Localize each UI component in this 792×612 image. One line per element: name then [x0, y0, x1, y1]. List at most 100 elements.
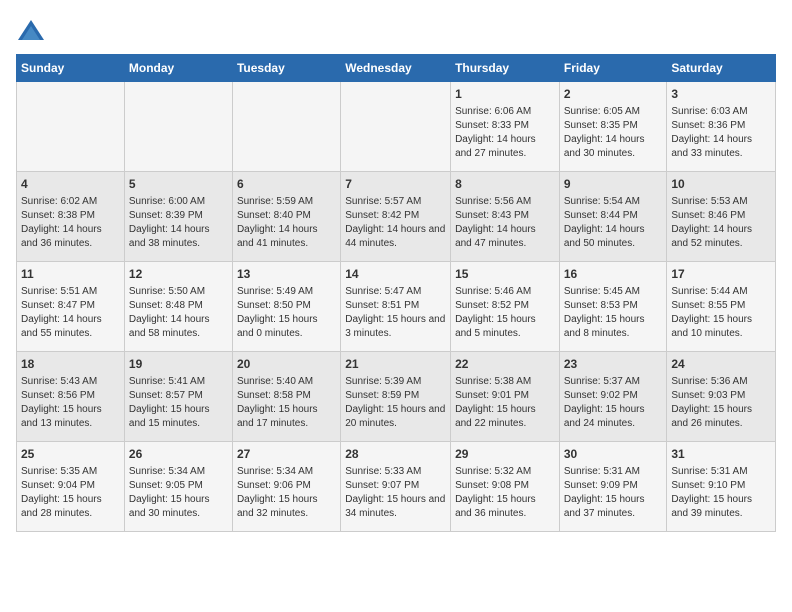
day-info: Sunrise: 5:56 AM: [455, 195, 555, 209]
day-info: Daylight: 14 hours and 55 minutes.: [21, 313, 120, 341]
calendar-header-row: SundayMondayTuesdayWednesdayThursdayFrid…: [17, 55, 776, 82]
day-info: Daylight: 15 hours and 3 minutes.: [345, 313, 446, 341]
calendar-cell: 24Sunrise: 5:36 AMSunset: 9:03 PMDayligh…: [667, 352, 776, 442]
day-info: Sunrise: 6:03 AM: [671, 105, 771, 119]
day-info: Daylight: 15 hours and 8 minutes.: [564, 313, 663, 341]
weekday-header-sunday: Sunday: [17, 55, 125, 82]
logo-icon: [16, 16, 46, 46]
day-info: Sunset: 8:40 PM: [237, 209, 336, 223]
calendar-cell: 5Sunrise: 6:00 AMSunset: 8:39 PMDaylight…: [124, 172, 232, 262]
day-info: Sunset: 9:04 PM: [21, 479, 120, 493]
day-info: Daylight: 14 hours and 41 minutes.: [237, 223, 336, 251]
day-info: Daylight: 15 hours and 10 minutes.: [671, 313, 771, 341]
page-header: [16, 16, 776, 46]
calendar-cell: 1Sunrise: 6:06 AMSunset: 8:33 PMDaylight…: [451, 82, 560, 172]
day-info: Daylight: 15 hours and 17 minutes.: [237, 403, 336, 431]
weekday-header-monday: Monday: [124, 55, 232, 82]
calendar-cell: 21Sunrise: 5:39 AMSunset: 8:59 PMDayligh…: [341, 352, 451, 442]
day-info: Daylight: 15 hours and 5 minutes.: [455, 313, 555, 341]
day-info: Sunset: 9:07 PM: [345, 479, 446, 493]
calendar-week-row: 18Sunrise: 5:43 AMSunset: 8:56 PMDayligh…: [17, 352, 776, 442]
day-info: Sunset: 9:10 PM: [671, 479, 771, 493]
day-info: Daylight: 14 hours and 27 minutes.: [455, 133, 555, 161]
calendar-cell: [17, 82, 125, 172]
day-info: Daylight: 14 hours and 52 minutes.: [671, 223, 771, 251]
calendar-cell: 7Sunrise: 5:57 AMSunset: 8:42 PMDaylight…: [341, 172, 451, 262]
calendar-cell: 8Sunrise: 5:56 AMSunset: 8:43 PMDaylight…: [451, 172, 560, 262]
day-number: 8: [455, 176, 555, 193]
day-number: 22: [455, 356, 555, 373]
day-number: 3: [671, 86, 771, 103]
day-number: 30: [564, 446, 663, 463]
day-info: Sunrise: 5:45 AM: [564, 285, 663, 299]
day-number: 15: [455, 266, 555, 283]
day-info: Sunset: 8:39 PM: [129, 209, 228, 223]
calendar-cell: 15 Sunrise: 5:46 AMSunset: 8:52 PMDayligh…: [451, 262, 560, 352]
day-info: Daylight: 15 hours and 24 minutes.: [564, 403, 663, 431]
day-info: Sunrise: 5:40 AM: [237, 375, 336, 389]
day-info: Sunrise: 5:59 AM: [237, 195, 336, 209]
calendar-cell: 13Sunrise: 5:49 AMSunset: 8:50 PMDayligh…: [232, 262, 340, 352]
day-info: Sunset: 9:06 PM: [237, 479, 336, 493]
day-info: Daylight: 14 hours and 44 minutes.: [345, 223, 446, 251]
day-info: Sunset: 8:57 PM: [129, 389, 228, 403]
day-info: Sunset: 8:33 PM: [455, 119, 555, 133]
day-number: 28: [345, 446, 446, 463]
day-number: 9: [564, 176, 663, 193]
day-info: Sunset: 8:50 PM: [237, 299, 336, 313]
day-number: 4: [21, 176, 120, 193]
calendar-week-row: 25Sunrise: 5:35 AMSunset: 9:04 PMDayligh…: [17, 442, 776, 532]
day-info: Sunset: 8:52 PM: [455, 299, 555, 313]
day-info: Sunset: 8:38 PM: [21, 209, 120, 223]
day-number: 29: [455, 446, 555, 463]
day-info: Sunrise: 5:38 AM: [455, 375, 555, 389]
weekday-header-tuesday: Tuesday: [232, 55, 340, 82]
calendar-cell: 29Sunrise: 5:32 AMSunset: 9:08 PMDayligh…: [451, 442, 560, 532]
day-number: 31: [671, 446, 771, 463]
weekday-header-saturday: Saturday: [667, 55, 776, 82]
day-info: Sunrise: 5:51 AM: [21, 285, 120, 299]
day-info: Sunrise: 5:36 AM: [671, 375, 771, 389]
day-info: Sunrise: 5:37 AM: [564, 375, 663, 389]
calendar-cell: 10Sunrise: 5:53 AMSunset: 8:46 PMDayligh…: [667, 172, 776, 262]
calendar-cell: 26Sunrise: 5:34 AMSunset: 9:05 PMDayligh…: [124, 442, 232, 532]
day-info: Sunset: 9:05 PM: [129, 479, 228, 493]
day-info: Sunset: 8:51 PM: [345, 299, 446, 313]
day-info: Sunrise: 5:46 AM: [455, 285, 555, 299]
calendar-cell: 17Sunrise: 5:44 AMSunset: 8:55 PMDayligh…: [667, 262, 776, 352]
calendar-week-row: 11Sunrise: 5:51 AMSunset: 8:47 PMDayligh…: [17, 262, 776, 352]
calendar-cell: [341, 82, 451, 172]
day-info: Sunset: 8:59 PM: [345, 389, 446, 403]
calendar-cell: 22Sunrise: 5:38 AMSunset: 9:01 PMDayligh…: [451, 352, 560, 442]
calendar-cell: 4Sunrise: 6:02 AMSunset: 8:38 PMDaylight…: [17, 172, 125, 262]
calendar-cell: 27Sunrise: 5:34 AMSunset: 9:06 PMDayligh…: [232, 442, 340, 532]
day-number: 14: [345, 266, 446, 283]
day-info: Sunrise: 5:49 AM: [237, 285, 336, 299]
day-info: Sunset: 9:02 PM: [564, 389, 663, 403]
day-info: Sunrise: 5:31 AM: [564, 465, 663, 479]
day-info: Sunrise: 5:50 AM: [129, 285, 228, 299]
day-info: Daylight: 15 hours and 15 minutes.: [129, 403, 228, 431]
day-info: Sunrise: 5:57 AM: [345, 195, 446, 209]
day-info: Sunset: 8:58 PM: [237, 389, 336, 403]
day-number: 17: [671, 266, 771, 283]
day-number: 21: [345, 356, 446, 373]
day-info: Sunrise: 5:47 AM: [345, 285, 446, 299]
day-number: 16: [564, 266, 663, 283]
calendar-cell: 23Sunrise: 5:37 AMSunset: 9:02 PMDayligh…: [559, 352, 667, 442]
day-number: 18: [21, 356, 120, 373]
day-info: Sunset: 8:35 PM: [564, 119, 663, 133]
calendar-cell: [124, 82, 232, 172]
day-info: Daylight: 15 hours and 28 minutes.: [21, 493, 120, 521]
day-number: 13: [237, 266, 336, 283]
day-info: Daylight: 15 hours and 20 minutes.: [345, 403, 446, 431]
day-info: Sunset: 9:01 PM: [455, 389, 555, 403]
day-info: Daylight: 15 hours and 39 minutes.: [671, 493, 771, 521]
day-info: Daylight: 15 hours and 32 minutes.: [237, 493, 336, 521]
day-info: Sunrise: 6:05 AM: [564, 105, 663, 119]
calendar-cell: 28Sunrise: 5:33 AMSunset: 9:07 PMDayligh…: [341, 442, 451, 532]
day-info: Daylight: 15 hours and 34 minutes.: [345, 493, 446, 521]
calendar-cell: [232, 82, 340, 172]
day-info: Sunset: 9:08 PM: [455, 479, 555, 493]
day-info: Sunrise: 5:34 AM: [237, 465, 336, 479]
